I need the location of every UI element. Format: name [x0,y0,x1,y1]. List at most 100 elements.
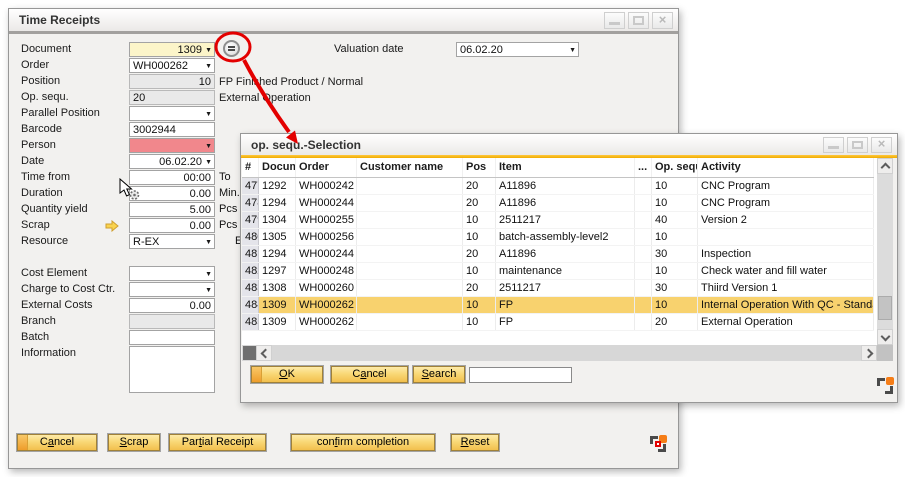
position-field: 10 [129,74,215,89]
ok-button[interactable]: OK [251,366,323,383]
search-button[interactable]: Search [413,366,465,383]
scroll-down-button[interactable] [877,329,893,345]
popup-maximize-button[interactable] [847,137,868,153]
scrap-unit-label: Pcs [219,218,237,233]
information-field[interactable] [129,346,215,393]
search-input[interactable] [469,367,572,383]
combo-arrow-icon[interactable]: ▼ [205,158,212,167]
title-bar[interactable]: Time Receipts × [9,9,678,31]
cost-element-field[interactable]: ▼ [129,266,215,281]
combo-arrow-icon[interactable]: ▼ [205,110,212,119]
external-costs-field[interactable]: 0.00 [129,298,215,313]
close-button[interactable]: × [652,12,673,29]
time-from-label: Time from [21,170,125,185]
combo-arrow-icon[interactable]: ▼ [205,62,212,71]
scrap-field[interactable]: 0.00 [129,218,215,233]
list-lines-icon [228,46,235,48]
op-sequ-label: Op. sequ. [21,90,125,105]
column-header[interactable]: Customer name [357,158,463,177]
combo-arrow-icon[interactable]: ▼ [205,46,212,55]
popup-close-button[interactable]: × [871,137,892,153]
scroll-right-button[interactable] [861,345,877,361]
scroll-up-button[interactable] [877,158,893,174]
person-label: Person [21,138,125,153]
title-divider [9,31,678,34]
combo-arrow-icon[interactable]: ▼ [205,286,212,295]
column-header[interactable]: Docum [259,158,296,177]
popup-cancel-button[interactable]: Cancel [331,366,408,383]
order-field[interactable]: WH000262 ▼ [129,58,215,73]
popup-minimize-button[interactable] [823,137,844,153]
branch-field [129,314,215,329]
table-row[interactable]: 4851309WH00026210FP20External Operation [242,314,874,331]
vertical-scrollbar[interactable] [877,158,893,345]
date-label: Date [21,154,125,169]
quantity-unit-label: Pcs [219,202,237,217]
batch-field[interactable] [129,330,215,345]
table-row[interactable]: 4821297WH00024810maintenance10Check wate… [242,263,874,280]
duration-unit-label: Min. [219,186,240,201]
item-description-text: FP Finished Product / Normal [219,75,363,90]
document-field[interactable]: 1309 ▼ [129,42,215,57]
parallel-position-field[interactable]: ▼ [129,106,215,121]
column-header[interactable]: Pos [463,158,496,177]
scroll-left-button[interactable] [256,345,272,361]
scrollbar-thumb[interactable] [243,346,256,360]
duration-label: Duration [21,186,125,201]
column-header[interactable]: ... [635,158,652,177]
combo-arrow-icon[interactable]: ▼ [205,238,212,247]
scrollbar-corner [877,345,893,361]
window-title: Time Receipts [19,13,100,27]
time-from-field[interactable]: 00:00 [129,170,215,185]
person-field[interactable]: ▼ [129,138,215,153]
column-header[interactable]: Activity [698,158,874,177]
chevron-right-icon [864,349,874,359]
document-label: Document [21,42,125,57]
popup-title-bar[interactable]: op. sequ.-Selection × [241,134,897,155]
scrollbar-thumb[interactable] [878,296,892,320]
column-header[interactable]: Order [296,158,357,177]
chevron-up-icon [881,163,891,173]
combo-arrow-icon[interactable]: ▼ [569,46,576,55]
reset-button[interactable]: Reset [451,434,499,451]
position-label: Position [21,74,125,89]
resource-field[interactable]: R-EX ▼ [129,234,215,249]
horizontal-scrollbar[interactable] [242,345,877,361]
column-header[interactable]: Item [496,158,635,177]
duration-field[interactable]: 0.00 [129,186,215,201]
valuation-date-field[interactable]: 06.02.20 ▼ [456,42,579,57]
cost-element-label: Cost Element [21,266,125,281]
column-header[interactable]: # [242,158,259,177]
table-row[interactable]: 4791304WH00025510251121740Version 2 [242,212,874,229]
column-header[interactable]: Op. sequ. [652,158,698,177]
maximize-icon [852,141,863,149]
barcode-field[interactable]: 3002944 [129,122,215,137]
table-row[interactable]: 4801305WH00025610batch-assembly-level210 [242,229,874,246]
expand-form-icon[interactable] [877,377,894,394]
scrap-button[interactable]: Scrap [108,434,160,451]
close-icon: × [653,12,672,28]
table-row[interactable]: 4781294WH00024420A1189610CNC Program [242,195,874,212]
date-field[interactable]: 06.02.20 ▼ [129,154,215,169]
confirm-completion-button[interactable]: confirm completion [291,434,435,451]
maximize-button[interactable] [628,12,649,29]
minimize-icon [828,146,839,149]
table-row[interactable]: 4811294WH00024420A1189630Inspection [242,246,874,263]
chevron-left-icon [261,349,271,359]
table-row-selected[interactable]: 4841309WH00026210FP10Internal Operation … [242,297,874,314]
expand-form-icon[interactable] [650,435,667,452]
table-row[interactable]: 4771292WH00024220A1189610CNC Program [242,178,874,195]
choose-from-list-button[interactable] [223,40,240,57]
quantity-yield-field[interactable]: 5.00 [129,202,215,217]
popup-title: op. sequ.-Selection [251,138,361,152]
table-row[interactable]: 4831308WH00026020251121730Thiird Version… [242,280,874,297]
batch-label: Batch [21,330,125,345]
chevron-down-icon [881,332,891,342]
charge-to-cost-ctr-field[interactable]: ▼ [129,282,215,297]
combo-arrow-icon[interactable]: ▼ [205,142,212,151]
partial-receipt-button[interactable]: Partial Receipt [169,434,266,451]
minimize-button[interactable] [604,12,625,29]
screen: Time Receipts × Document 1309 ▼ Order WH… [0,0,905,477]
cancel-button[interactable]: Cancel [17,434,97,451]
combo-arrow-icon[interactable]: ▼ [205,270,212,279]
